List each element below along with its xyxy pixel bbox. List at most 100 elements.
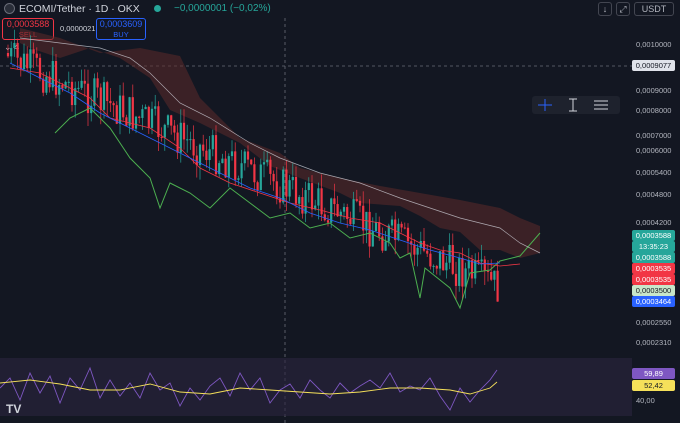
price-tick: 0,0009000 xyxy=(636,86,672,95)
down-arrow-icon[interactable]: ↓ xyxy=(598,2,612,16)
candle-body xyxy=(413,244,416,255)
candle-body xyxy=(224,158,227,178)
candle-body xyxy=(330,198,333,223)
candle-body xyxy=(240,163,243,179)
candle-body xyxy=(368,211,371,247)
candle-body xyxy=(128,97,131,126)
candle-body xyxy=(486,270,490,272)
candle-body xyxy=(227,156,230,178)
price-chart[interactable] xyxy=(0,18,632,423)
candle-body xyxy=(429,253,432,267)
candle-body xyxy=(285,169,288,197)
candle-body xyxy=(118,95,122,124)
candle-body xyxy=(16,42,19,58)
candle-body xyxy=(144,106,147,110)
candle-body xyxy=(22,53,26,70)
candle-body xyxy=(483,259,486,271)
symbol-title[interactable]: ECOMI/Tether · 1D · OKX xyxy=(19,3,140,15)
candle-body xyxy=(176,132,179,153)
candle-body xyxy=(106,82,109,102)
candle-body xyxy=(266,159,269,163)
rsi-value-label: 59,89 xyxy=(632,368,675,379)
candle-body xyxy=(26,53,29,69)
price-badge: 0,0003535 xyxy=(632,274,675,285)
market-status-icon xyxy=(154,5,161,12)
candle-body xyxy=(182,122,186,140)
candle-body xyxy=(6,53,10,57)
candle-body xyxy=(406,227,410,242)
conversion-line xyxy=(9,62,501,265)
rsi-level-tick: 40,00 xyxy=(636,396,655,405)
currency-select[interactable]: USDT xyxy=(634,2,674,16)
candle-body xyxy=(54,61,58,95)
candle-body xyxy=(400,223,403,228)
candle-body xyxy=(326,220,330,223)
candle-body xyxy=(490,271,493,280)
price-tick: 0,0002310 xyxy=(636,338,672,347)
price-badge: 0,0003588 xyxy=(632,252,675,263)
coin-icon xyxy=(4,3,15,14)
candle-body xyxy=(355,199,358,201)
candle-body xyxy=(243,151,246,164)
base-line xyxy=(9,67,521,267)
candle-body xyxy=(192,139,195,156)
crosshair-price-label: 0,0009077 xyxy=(632,60,675,71)
candle-body xyxy=(198,144,202,166)
price-badge: 0,0003535 xyxy=(632,263,675,274)
candle-body xyxy=(102,82,106,110)
candle-body xyxy=(294,176,298,204)
fullscreen-icon[interactable]: ⤢ xyxy=(616,2,630,16)
candle-body xyxy=(208,149,211,161)
price-badge: 0,0003464 xyxy=(632,296,675,307)
candle-body xyxy=(480,259,483,262)
candle-body xyxy=(189,139,192,141)
candle-body xyxy=(32,49,35,54)
candle-body xyxy=(438,251,442,269)
candle-body xyxy=(214,135,218,175)
price-tick: 0,0004200 xyxy=(636,218,672,227)
candle-body xyxy=(42,78,45,93)
price-badge: 0,0003500 xyxy=(632,285,675,296)
candle-body xyxy=(221,158,224,164)
candle-body xyxy=(109,101,112,104)
candle-body xyxy=(349,218,352,225)
price-axis[interactable]: 0,0010000 0,0009000 0,0008000 0,0007000 0,00… xyxy=(632,18,680,423)
candle-body xyxy=(467,260,470,269)
price-change: −0,0000001 (−0,02%) xyxy=(174,3,271,14)
candle-body xyxy=(99,87,102,110)
candle-body xyxy=(298,197,301,204)
candle-body xyxy=(282,169,285,203)
candle-body xyxy=(422,240,426,251)
candle-body xyxy=(259,164,262,191)
candle-body xyxy=(83,80,86,84)
candle-body xyxy=(173,125,176,133)
tradingview-logo: TV xyxy=(6,402,22,416)
candle-body xyxy=(96,78,99,88)
candle-body xyxy=(147,106,150,128)
candle-body xyxy=(67,81,70,83)
price-badge: 13:35:23 xyxy=(632,241,675,252)
menu-lines-icon[interactable] xyxy=(592,98,610,112)
candle-body xyxy=(384,241,387,251)
candle-body xyxy=(202,144,205,151)
candle-body xyxy=(358,200,362,206)
candle-body xyxy=(163,124,166,138)
measure-icon[interactable] xyxy=(564,98,582,112)
candle-body xyxy=(461,257,464,287)
crosshair-icon[interactable] xyxy=(536,98,554,112)
candle-body xyxy=(186,139,189,141)
candle-body xyxy=(58,84,61,95)
candle-body xyxy=(458,257,461,286)
candlesticks xyxy=(6,29,499,302)
price-badge: 0,0003588 xyxy=(632,230,675,241)
candle-body xyxy=(275,181,278,199)
candle-body xyxy=(454,273,458,286)
candle-body xyxy=(272,173,275,182)
price-tick: 0,0004800 xyxy=(636,190,672,199)
candle-body xyxy=(496,270,499,302)
candle-body xyxy=(310,183,314,210)
candle-body xyxy=(445,262,448,271)
candle-body xyxy=(205,150,208,161)
candle-body xyxy=(141,109,144,118)
candle-body xyxy=(154,106,157,109)
